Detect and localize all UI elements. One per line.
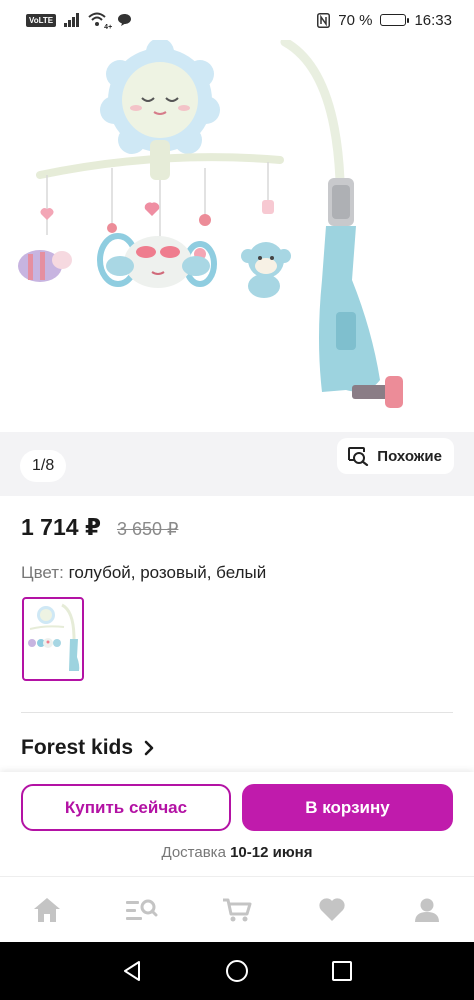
nav-catalog[interactable] <box>112 890 172 930</box>
nfc-icon <box>317 12 331 28</box>
back-triangle-icon <box>124 961 141 981</box>
color-variant-thumbnail[interactable] <box>22 597 84 681</box>
battery-icon <box>380 14 410 26</box>
battery-percent: 70 % <box>338 11 373 29</box>
system-home-button[interactable] <box>217 951 257 991</box>
message-icon <box>118 14 132 26</box>
delivery-dates: 10-12 июня <box>230 844 313 861</box>
chevron-right-icon <box>144 740 154 756</box>
product-gallery[interactable]: 1/8 Похожие <box>0 40 474 496</box>
image-counter: 1/8 <box>20 450 67 482</box>
divider <box>21 712 453 713</box>
brand-link[interactable]: Forest kids <box>21 736 155 760</box>
price-row: 1 714 ₽ 3 650 ₽ <box>21 514 178 541</box>
brand-name: Forest kids <box>21 736 134 759</box>
wifi-icon: 4+ <box>88 12 113 31</box>
system-recents-button[interactable] <box>322 951 362 991</box>
status-left: VoLTE 4+ <box>26 12 132 31</box>
home-circle-icon <box>225 960 248 982</box>
bottom-navigation <box>0 876 474 942</box>
color-label: Цвет: <box>21 563 64 582</box>
similar-button[interactable]: Похожие <box>337 438 454 474</box>
signal-icon <box>64 13 80 27</box>
network-type: 4+ <box>104 24 113 31</box>
nav-favorites[interactable] <box>302 890 362 930</box>
system-back-button[interactable] <box>112 951 152 991</box>
catalog-search-icon <box>126 899 158 920</box>
color-row: Цвет: голубой, розовый, белый <box>21 563 266 583</box>
action-panel: Купить сейчас В корзину Доставка 10-12 и… <box>0 772 474 876</box>
buy-now-button[interactable]: Купить сейчас <box>21 784 231 831</box>
product-image[interactable] <box>0 40 474 432</box>
similar-search-icon <box>348 447 369 466</box>
home-icon <box>34 897 61 922</box>
delivery-label: Доставка <box>161 844 226 861</box>
variant-thumbnail-image <box>28 603 80 671</box>
nav-profile[interactable] <box>397 890 457 930</box>
cart-icon <box>222 898 252 921</box>
delivery-info: Доставка 10-12 июня <box>0 844 474 861</box>
recents-square-icon <box>331 961 352 981</box>
nav-home[interactable] <box>17 890 77 930</box>
similar-label: Похожие <box>377 447 442 465</box>
volte-badge: VoLTE <box>26 13 57 27</box>
add-to-cart-button[interactable]: В корзину <box>242 784 453 831</box>
system-navigation-bar <box>0 942 474 1000</box>
heart-icon <box>319 897 345 921</box>
old-price: 3 650 ₽ <box>116 519 179 539</box>
nav-cart[interactable] <box>207 890 267 930</box>
color-value: голубой, розовый, белый <box>68 563 267 582</box>
status-right: 70 % 16:33 <box>317 12 452 29</box>
profile-icon <box>414 898 439 922</box>
status-bar: VoLTE 4+ 70 % 16:33 <box>0 0 474 40</box>
clock: 16:33 <box>414 11 452 29</box>
current-price: 1 714 ₽ <box>21 514 101 540</box>
